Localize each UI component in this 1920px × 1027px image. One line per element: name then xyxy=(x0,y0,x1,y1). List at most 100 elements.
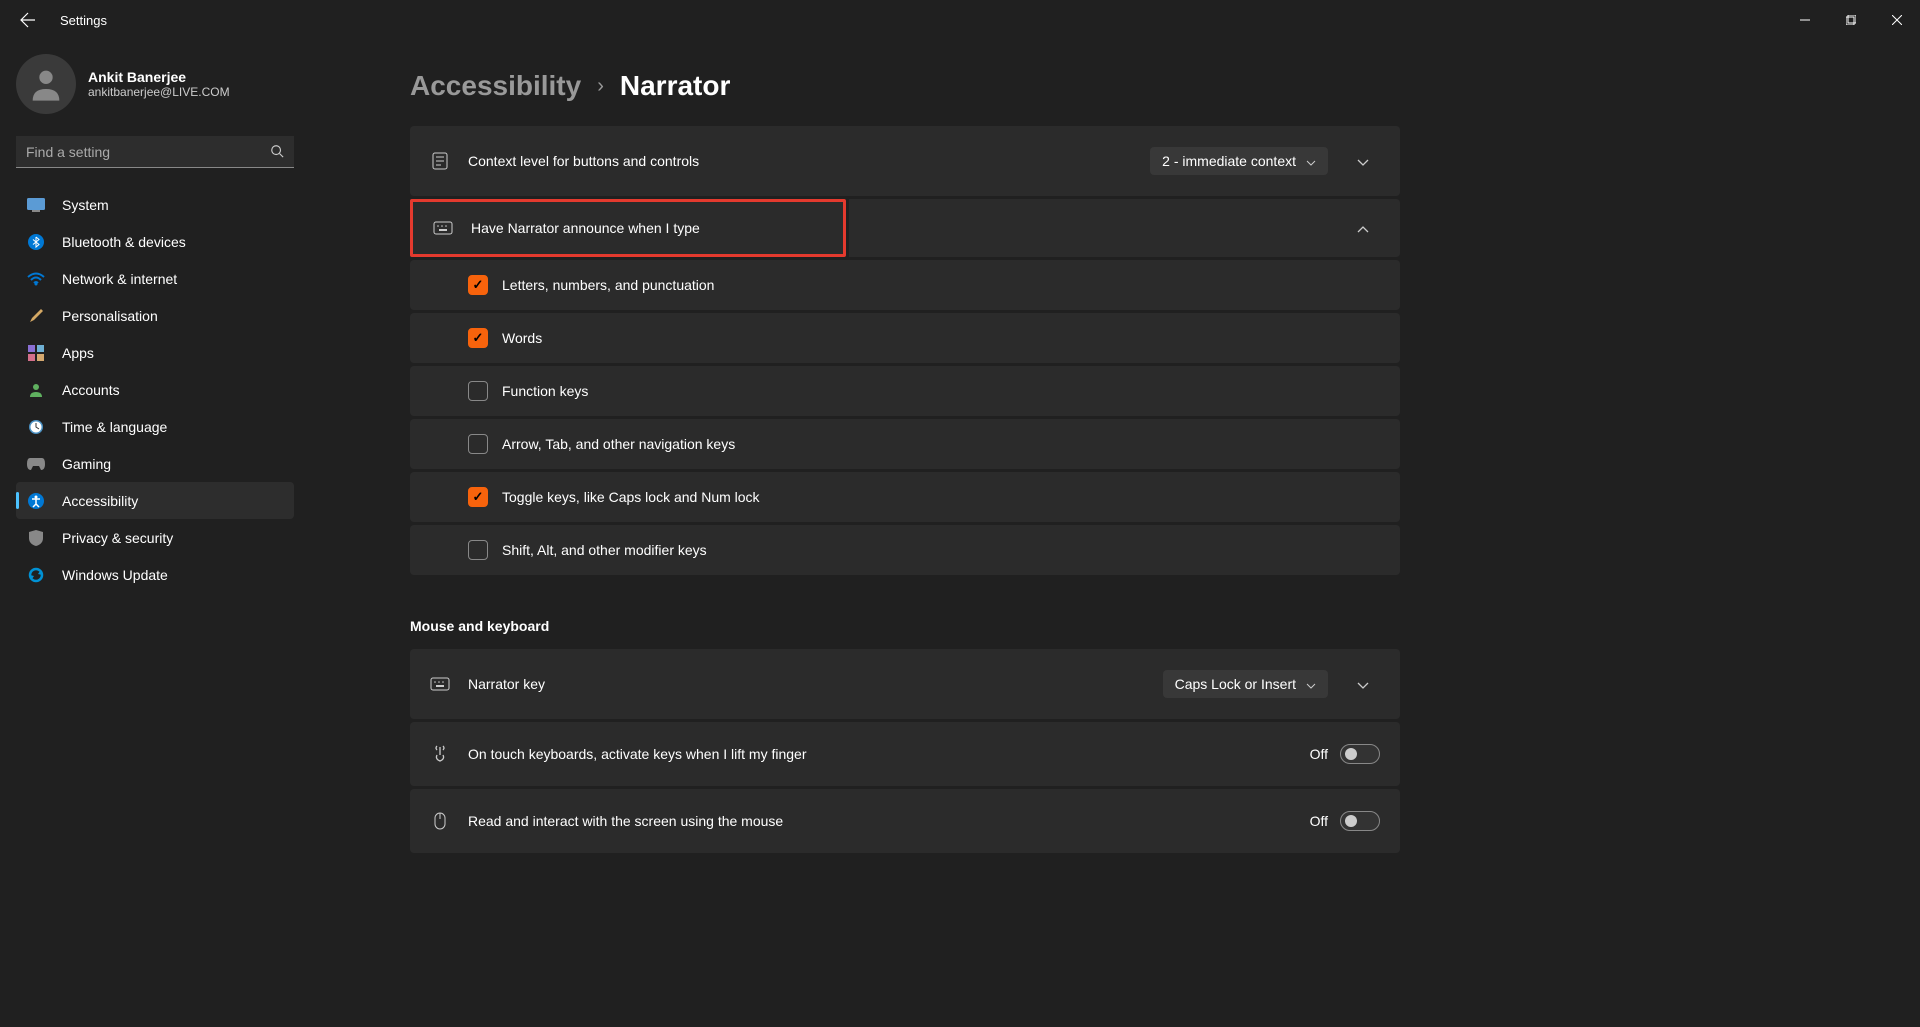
expand-button[interactable] xyxy=(1346,667,1380,701)
chevron-down-icon xyxy=(1306,676,1316,692)
sidebar-item-label: Time & language xyxy=(62,419,167,435)
arrow-left-icon xyxy=(20,12,36,28)
checkbox-label: Letters, numbers, and punctuation xyxy=(502,277,714,293)
sidebar-item-label: Personalisation xyxy=(62,308,158,324)
touch-icon xyxy=(430,744,450,764)
close-icon xyxy=(1892,15,1902,25)
checkbox-row-arrow[interactable]: Arrow, Tab, and other navigation keys xyxy=(410,419,1400,469)
checkbox-shift[interactable] xyxy=(468,540,488,560)
checkbox-row-words[interactable]: Words xyxy=(410,313,1400,363)
setting-announce-rest[interactable] xyxy=(849,199,1400,257)
dropdown-value: 2 - immediate context xyxy=(1162,153,1296,169)
sidebar-item-apps[interactable]: Apps xyxy=(16,334,294,371)
user-section[interactable]: Ankit Banerjee ankitbanerjee@LIVE.COM xyxy=(16,54,294,114)
keyboard-icon xyxy=(433,218,453,238)
setting-label: Read and interact with the screen using … xyxy=(468,813,1292,829)
sidebar-item-label: Accounts xyxy=(62,382,120,398)
dropdown-value: Caps Lock or Insert xyxy=(1175,676,1296,692)
setting-mouse-read[interactable]: Read and interact with the screen using … xyxy=(410,789,1400,853)
chevron-down-icon xyxy=(1357,154,1369,169)
expand-button[interactable] xyxy=(1346,144,1380,178)
maximize-icon xyxy=(1846,15,1856,25)
back-button[interactable] xyxy=(16,8,40,32)
main-content: Accessibility › Narrator Context level f… xyxy=(310,40,1920,1027)
breadcrumb-parent[interactable]: Accessibility xyxy=(410,70,581,102)
document-icon xyxy=(430,151,450,171)
checkbox-label: Arrow, Tab, and other navigation keys xyxy=(502,436,735,452)
checkbox-label: Words xyxy=(502,330,542,346)
avatar xyxy=(16,54,76,114)
wifi-icon xyxy=(26,269,46,289)
sidebar-item-update[interactable]: Windows Update xyxy=(16,556,294,593)
window-controls xyxy=(1782,4,1920,36)
checkbox-arrow[interactable] xyxy=(468,434,488,454)
setting-label: Have Narrator announce when I type xyxy=(471,220,823,236)
checkbox-row-toggle[interactable]: Toggle keys, like Caps lock and Num lock xyxy=(410,472,1400,522)
sidebar-item-network[interactable]: Network & internet xyxy=(16,260,294,297)
setting-label: On touch keyboards, activate keys when I… xyxy=(468,746,1292,762)
nav-list: System Bluetooth & devices Network & int… xyxy=(16,186,294,593)
sidebar-item-time[interactable]: Time & language xyxy=(16,408,294,445)
keyboard-icon xyxy=(430,674,450,694)
section-title-mouse: Mouse and keyboard xyxy=(410,618,1400,634)
system-icon xyxy=(26,195,46,215)
update-icon xyxy=(26,565,46,585)
accounts-icon xyxy=(26,380,46,400)
checkbox-letters[interactable] xyxy=(468,275,488,295)
checkbox-label: Shift, Alt, and other modifier keys xyxy=(502,542,707,558)
sidebar-item-privacy[interactable]: Privacy & security xyxy=(16,519,294,556)
sidebar-item-personalisation[interactable]: Personalisation xyxy=(16,297,294,334)
close-button[interactable] xyxy=(1874,4,1920,36)
narrator-key-dropdown[interactable]: Caps Lock or Insert xyxy=(1163,670,1328,698)
context-level-dropdown[interactable]: 2 - immediate context xyxy=(1150,147,1328,175)
sidebar-item-system[interactable]: System xyxy=(16,186,294,223)
checkbox-label: Function keys xyxy=(502,383,588,399)
sidebar-item-accounts[interactable]: Accounts xyxy=(16,371,294,408)
toggle-state: Off xyxy=(1310,813,1328,829)
titlebar: Settings xyxy=(0,0,1920,40)
search-icon xyxy=(270,144,284,163)
search-box xyxy=(16,136,294,168)
maximize-button[interactable] xyxy=(1828,4,1874,36)
mouse-read-toggle[interactable] xyxy=(1340,811,1380,831)
user-name: Ankit Banerjee xyxy=(88,69,230,85)
gaming-icon xyxy=(26,454,46,474)
toggle-state: Off xyxy=(1310,746,1328,762)
sidebar-item-bluetooth[interactable]: Bluetooth & devices xyxy=(16,223,294,260)
user-email: ankitbanerjee@LIVE.COM xyxy=(88,85,230,99)
setting-announce-type[interactable]: Have Narrator announce when I type xyxy=(410,199,846,257)
sidebar: Ankit Banerjee ankitbanerjee@LIVE.COM Sy… xyxy=(0,40,310,1027)
accessibility-icon xyxy=(26,491,46,511)
person-icon xyxy=(26,64,66,104)
checkbox-row-letters[interactable]: Letters, numbers, and punctuation xyxy=(410,260,1400,310)
mouse-icon xyxy=(430,811,450,831)
shield-icon xyxy=(26,528,46,548)
apps-icon xyxy=(26,343,46,363)
clock-icon xyxy=(26,417,46,437)
chevron-down-icon xyxy=(1357,677,1369,692)
minimize-button[interactable] xyxy=(1782,4,1828,36)
setting-context-level[interactable]: Context level for buttons and controls 2… xyxy=(410,126,1400,196)
checkbox-words[interactable] xyxy=(468,328,488,348)
sidebar-item-label: Privacy & security xyxy=(62,530,173,546)
touch-keyboard-toggle[interactable] xyxy=(1340,744,1380,764)
setting-touch-keyboard[interactable]: On touch keyboards, activate keys when I… xyxy=(410,722,1400,786)
chevron-right-icon: › xyxy=(597,75,604,98)
collapse-button[interactable] xyxy=(1346,211,1380,245)
setting-label: Narrator key xyxy=(468,676,1145,692)
checkbox-row-shift[interactable]: Shift, Alt, and other modifier keys xyxy=(410,525,1400,575)
setting-label: Context level for buttons and controls xyxy=(468,153,1132,169)
sidebar-item-accessibility[interactable]: Accessibility xyxy=(16,482,294,519)
chevron-down-icon xyxy=(1306,153,1316,169)
breadcrumb: Accessibility › Narrator xyxy=(410,70,1860,102)
checkbox-function[interactable] xyxy=(468,381,488,401)
sidebar-item-gaming[interactable]: Gaming xyxy=(16,445,294,482)
checkbox-toggle[interactable] xyxy=(468,487,488,507)
checkbox-label: Toggle keys, like Caps lock and Num lock xyxy=(502,489,760,505)
setting-narrator-key[interactable]: Narrator key Caps Lock or Insert xyxy=(410,649,1400,719)
search-input[interactable] xyxy=(16,136,294,168)
checkbox-row-function[interactable]: Function keys xyxy=(410,366,1400,416)
sidebar-item-label: Apps xyxy=(62,345,94,361)
sidebar-item-label: Accessibility xyxy=(62,493,138,509)
sidebar-item-label: Bluetooth & devices xyxy=(62,234,186,250)
